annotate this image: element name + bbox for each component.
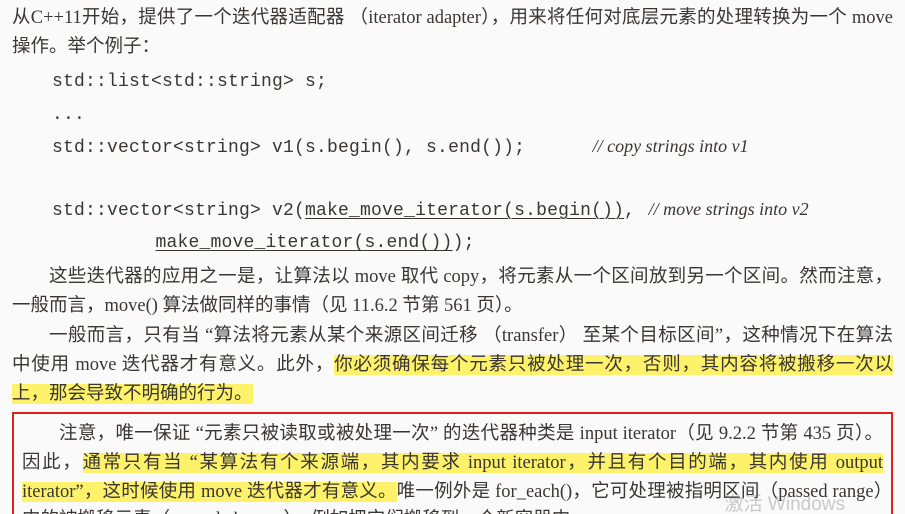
code-line-5b: ); (453, 233, 475, 253)
code-line-4-underline: make_move_iterator(s.begin()) (305, 201, 624, 221)
paragraph-2: 这些迭代器的应用之一是，让算法以 move 取代 copy，将元素从一个区间放到… (12, 263, 893, 320)
paragraph-3: 一般而言，只有当 “算法将元素从某个来源区间迁移 （transfer） 至某个目… (12, 322, 893, 408)
code-line-1: std::list<std::string> s; (52, 72, 327, 92)
code-comment-1: // copy strings into v1 (593, 136, 749, 156)
code-line-2: ... (52, 105, 85, 125)
code-line-3a: std::vector<string> v1(s.begin(), s.end(… (52, 138, 525, 158)
code-comment-2: // move strings into v2 (649, 199, 809, 219)
intro-paragraph: 从C++11开始，提供了一个迭代器适配器 （iterator adapter），… (12, 4, 893, 61)
code-line-4b: , (624, 201, 635, 221)
code-line-5-underline: make_move_iterator(s.end()) (156, 233, 453, 253)
windows-activate-watermark-title: 激活 Windows (725, 490, 845, 514)
code-line-4a: std::vector<string> v2( (52, 201, 305, 221)
code-example: std::list<std::string> s; ... std::vecto… (52, 65, 893, 259)
